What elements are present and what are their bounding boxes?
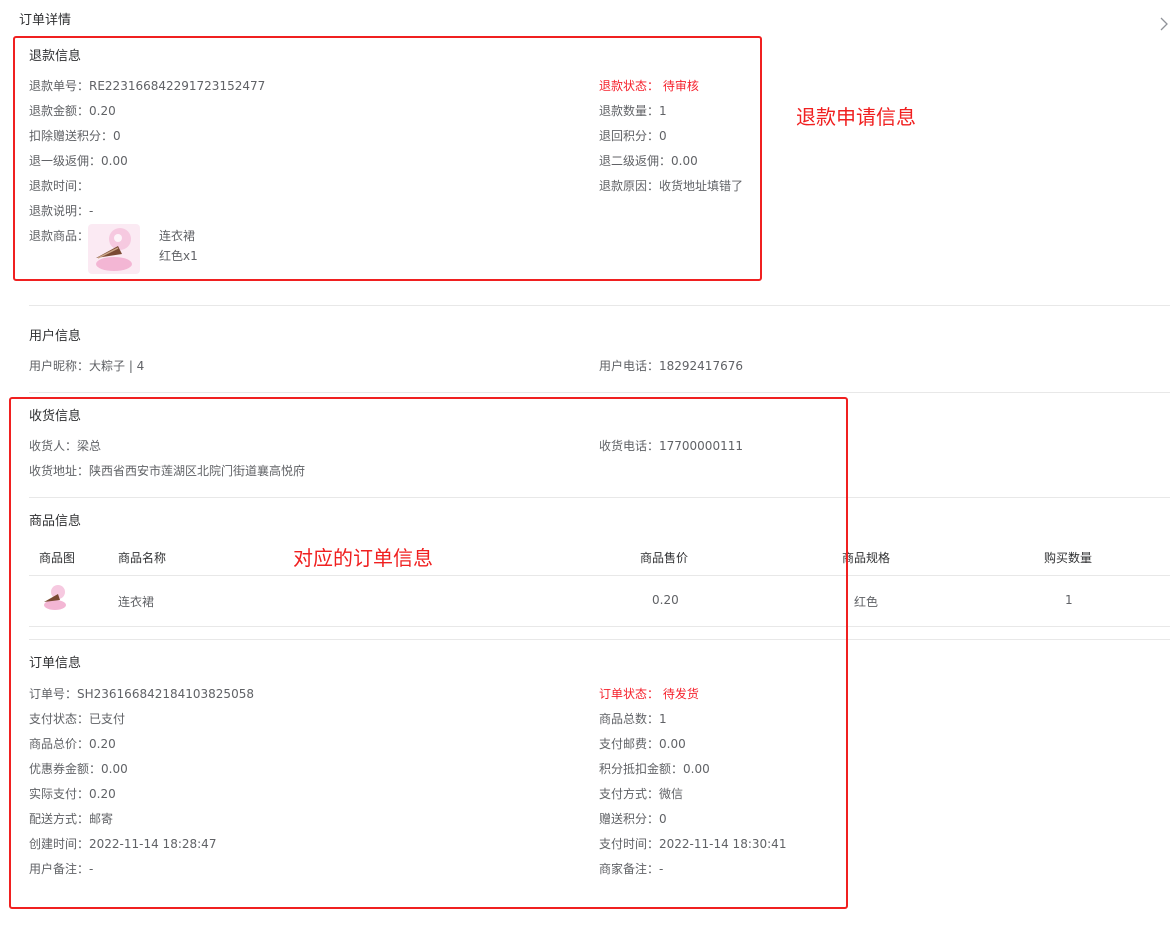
goods-row-qty: 1 <box>1065 593 1073 607</box>
user-nickname: 用户昵称：大粽子 | 4 <box>29 359 145 373</box>
user-section-title: 用户信息 <box>29 329 82 344</box>
goods-header-spec: 商品规格 <box>842 551 891 565</box>
refund-annotation-label: 退款申请信息 <box>796 105 916 129</box>
page-title: 订单详情 <box>19 13 72 28</box>
goods-header-qty: 购买数量 <box>1044 551 1093 565</box>
user-phone: 用户电话：18292417676 <box>599 359 743 373</box>
divider <box>29 305 1170 306</box>
order-annotation-box <box>9 397 848 909</box>
divider <box>29 392 1170 393</box>
goods-row-spec: 红色 <box>854 595 879 609</box>
refund-annotation-box <box>13 36 762 281</box>
close-icon[interactable] <box>1158 16 1170 32</box>
order-annotation-label: 对应的订单信息 <box>293 546 433 570</box>
